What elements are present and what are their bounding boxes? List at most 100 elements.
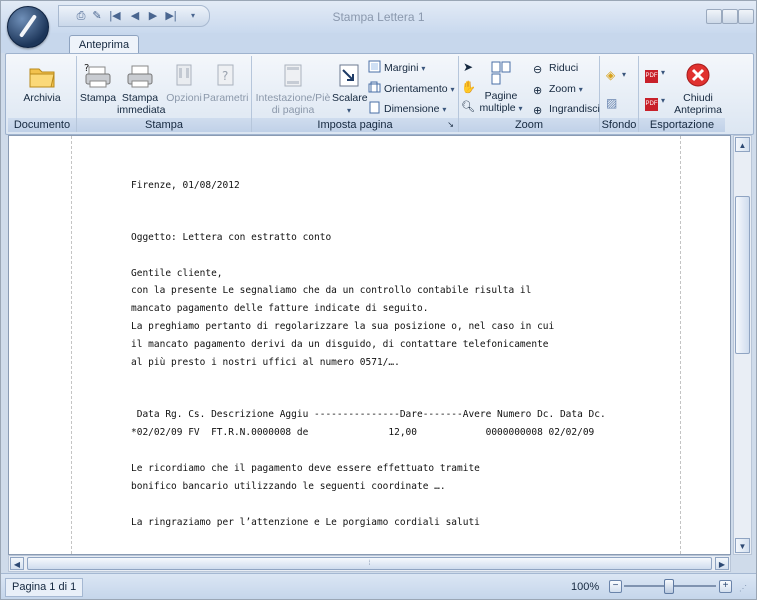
magnifier-icon[interactable]: 🔍︎: [461, 99, 475, 115]
page-color-dropdown[interactable]: ◈ ▾: [606, 66, 626, 82]
letter-line: La preghiamo pertanto di regolarizzare l…: [131, 321, 555, 332]
letter-line: il mancato pagamento derivi da un disgui…: [131, 339, 549, 350]
page-indicator: Pagina 1 di 1: [5, 578, 84, 597]
group-label: Sfondo: [600, 118, 638, 132]
zoom-in-button[interactable]: +: [719, 580, 732, 593]
chiudi-anteprima-button[interactable]: Chiudi Anteprima: [673, 62, 723, 116]
ribbon: Archivia Documento ? Stampa Stampa immed…: [5, 53, 754, 135]
pagine-multiple-button[interactable]: Pagine multiple ▾: [479, 60, 523, 115]
zoom-icon: ⊕: [533, 85, 543, 97]
maximize-button[interactable]: [722, 9, 738, 24]
select-pointer-icon[interactable]: ➤: [461, 59, 475, 75]
parametri-button[interactable]: ? Parametri: [203, 62, 249, 104]
hand-pan-icon[interactable]: ✋: [461, 79, 476, 95]
dropdown-arrow-icon: ▾: [622, 70, 627, 79]
pdf-export-icon: PDF: [645, 70, 658, 83]
scalare-button[interactable]: Scalare ▾: [332, 62, 368, 117]
parameters-icon: ?: [217, 64, 234, 86]
group-label: Documento: [8, 118, 76, 132]
opzioni-button[interactable]: Opzioni: [165, 62, 203, 104]
zoom-in-icon: ⊕: [533, 105, 543, 117]
riduci-button[interactable]: ⊖ Riduci: [533, 60, 578, 76]
letter-line: al più presto i nostri uffici al numero …: [131, 357, 400, 368]
svg-text:?: ?: [222, 69, 228, 83]
dropdown-arrow-icon: ▾: [661, 96, 666, 105]
dialog-launcher-icon[interactable]: ↘: [447, 118, 454, 132]
intestazione-button[interactable]: Intestazione/Piè di pagina: [254, 62, 332, 116]
application-menu-button[interactable]: [7, 6, 49, 48]
vertical-scrollbar[interactable]: ▲ ▼: [733, 135, 752, 555]
stampa-button[interactable]: ? Stampa: [79, 62, 117, 104]
paint-bucket-icon: ◈: [606, 68, 616, 82]
dropdown-arrow-icon: ▾: [442, 105, 447, 114]
close-window-button[interactable]: [738, 9, 754, 24]
group-imposta-pagina: Intestazione/Piè di pagina Scalare ▾ Marg…: [252, 56, 459, 132]
zoom-dropdown[interactable]: ⊕ Zoom ▾: [533, 81, 583, 97]
orientamento-dropdown[interactable]: Orientamento ▾: [368, 81, 455, 97]
scroll-right-icon[interactable]: ▶: [715, 557, 729, 570]
scroll-up-icon[interactable]: ▲: [735, 137, 750, 152]
scroll-left-icon[interactable]: ◀: [10, 557, 24, 570]
close-icon: [686, 63, 710, 87]
letter-line: Le ricordiamo che il pagamento deve esse…: [131, 463, 480, 474]
dropdown-arrow-icon: ▾: [421, 64, 426, 73]
size-icon: [369, 101, 380, 114]
scroll-down-icon[interactable]: ▼: [735, 538, 750, 553]
horizontal-scrollbar[interactable]: ◀ ⦙ ▶: [8, 555, 731, 572]
right-margin-guide: [680, 136, 681, 554]
margins-icon: [368, 60, 381, 73]
pdf-mail-icon: PDF: [645, 98, 658, 111]
archivia-button[interactable]: Archivia: [12, 62, 72, 104]
export-pdf-dropdown[interactable]: PDF ▾: [645, 64, 666, 83]
window-title: Stampa Lettera 1: [332, 10, 425, 24]
print-preview-window: ⎙ ✎ |◀ ◀ ▶ ▶| ▾ Stampa Lettera 1 Antepri…: [0, 0, 757, 600]
dimensione-dropdown[interactable]: Dimensione ▾: [368, 101, 446, 117]
tab-anteprima[interactable]: Anteprima: [69, 35, 139, 54]
group-sfondo: ◈ ▾ ▨ Sfondo: [600, 56, 639, 132]
statement-row: *02/02/09 FV FT.R.N.0000008 de 12,00 000…: [131, 427, 595, 438]
group-stampa: ? Stampa Stampa immediata Opzioni ? Para…: [77, 56, 252, 132]
group-label: Esportazione: [639, 118, 725, 132]
group-documento: Archivia Documento: [8, 56, 77, 132]
dropdown-arrow-icon: ▾: [578, 85, 583, 94]
scale-icon: [339, 64, 359, 87]
zoom-percentage: 100%: [571, 581, 600, 593]
send-pdf-dropdown[interactable]: PDF ▾: [645, 92, 666, 111]
left-margin-guide: [71, 136, 72, 554]
group-label: Stampa: [77, 118, 251, 132]
multiple-pages-icon: [491, 61, 511, 85]
watermark-button[interactable]: ▨: [606, 94, 622, 110]
ingrandisci-button[interactable]: ⊕ Ingrandisci: [533, 101, 600, 117]
zoom-out-button[interactable]: −: [609, 580, 622, 593]
group-label: Imposta pagina ↘: [252, 118, 458, 132]
options-icon: [176, 64, 192, 86]
ribbon-tab-row: Anteprima: [1, 33, 756, 54]
header-footer-icon: [284, 64, 302, 87]
letter-date: Firenze, 01/08/2012: [131, 180, 240, 191]
document-preview[interactable]: Firenze, 01/08/2012 Oggetto: Lettera con…: [8, 135, 731, 555]
zoom-out-icon: ⊖: [533, 64, 543, 76]
dropdown-arrow-icon: ▾: [346, 106, 351, 115]
title-bar: ⎙ ✎ |◀ ◀ ▶ ▶| ▾ Stampa Lettera 1: [1, 1, 756, 48]
group-esportazione: PDF ▾ PDF ▾ Chiudi Anteprima Esportazione: [639, 56, 725, 132]
zoom-slider-thumb[interactable]: [664, 579, 674, 594]
letter-line: mancato pagamento delle fatture indicate…: [131, 303, 429, 314]
letter-line: Gentile cliente,: [131, 268, 223, 279]
horizontal-scroll-thumb[interactable]: ⦙: [27, 557, 712, 570]
watermark-icon: ▨: [606, 96, 618, 110]
dropdown-arrow-icon: ▾: [661, 68, 666, 77]
quick-print-icon: [127, 65, 153, 88]
letter-subject: Oggetto: Lettera con estratto conto: [131, 232, 332, 243]
folder-icon: [29, 68, 55, 88]
status-bar: Pagina 1 di 1 100% − + ⋰: [1, 573, 756, 599]
letter-line: bonifico bancario utilizzando le seguent…: [131, 481, 446, 492]
group-label: Zoom: [459, 118, 599, 132]
printer-icon: ?: [84, 63, 111, 88]
minimize-button[interactable]: [706, 9, 722, 24]
statement-header-row: Data Rg. Cs. Descrizione Aggiu ---------…: [131, 409, 606, 420]
stampa-immediata-button[interactable]: Stampa immediata: [117, 62, 165, 116]
vertical-scroll-thumb[interactable]: [735, 196, 750, 354]
resize-grip-icon[interactable]: ⋰: [739, 584, 748, 593]
group-zoom: ➤ ✋ 🔍︎ Pagine multiple ▾ ⊖ Riduci ⊕ Zoom ▾…: [459, 56, 600, 132]
margini-dropdown[interactable]: Margini ▾: [368, 60, 425, 76]
